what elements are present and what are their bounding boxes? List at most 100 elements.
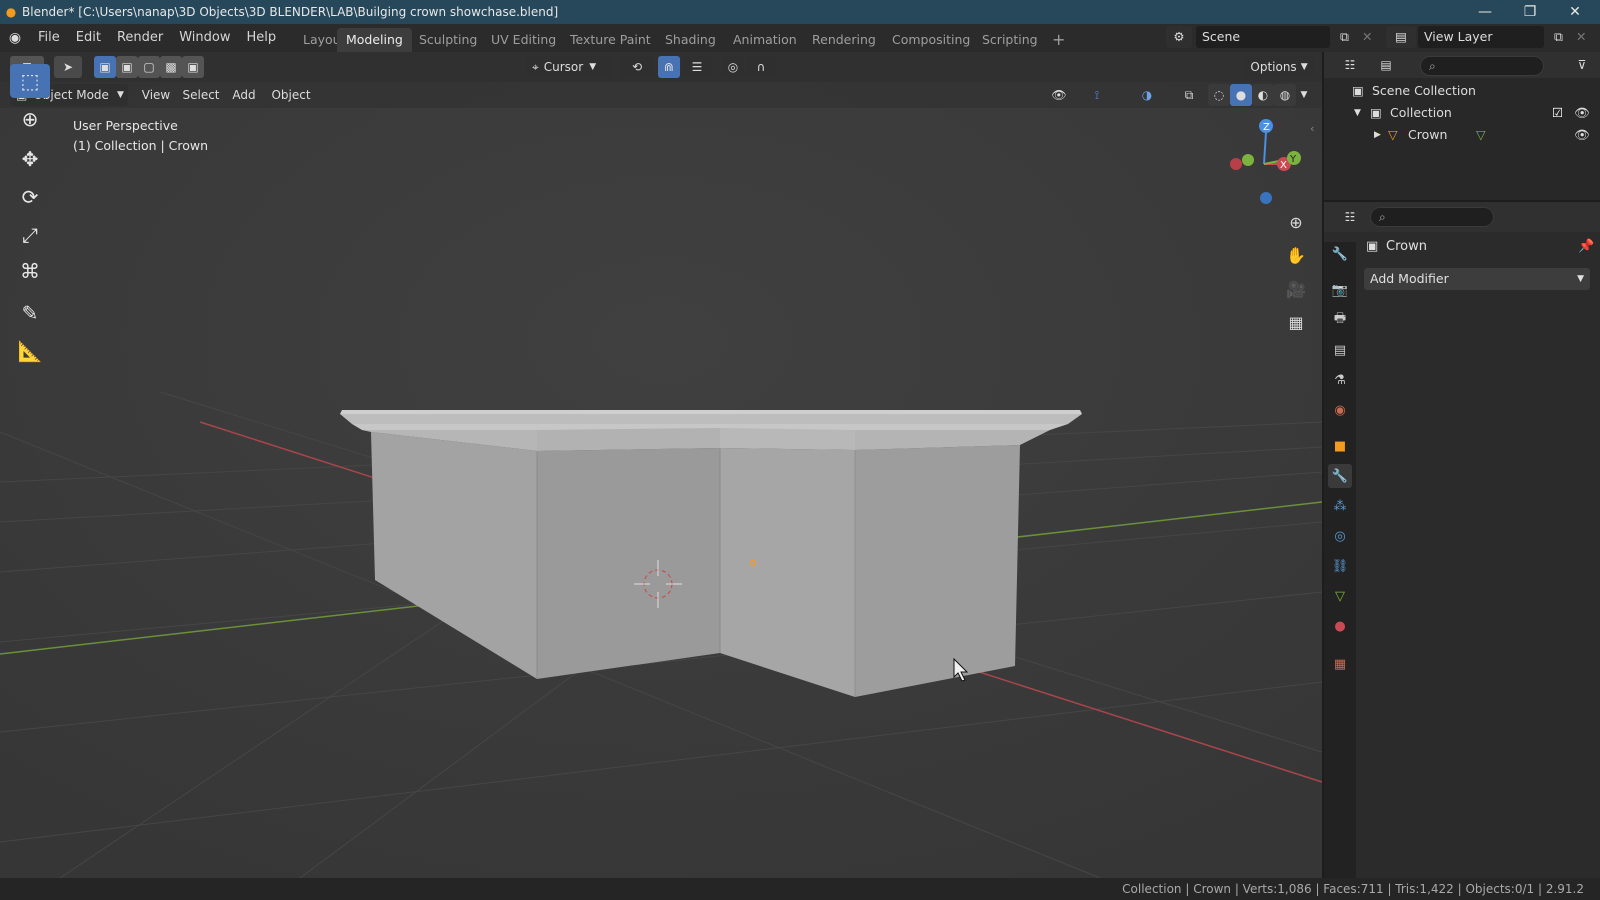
- display-mode-icon[interactable]: ▤: [1370, 54, 1402, 76]
- menu-select[interactable]: Select: [180, 84, 222, 106]
- wireframe-shading-icon[interactable]: ◌: [1208, 84, 1230, 106]
- add-modifier-dropdown[interactable]: Add Modifier ▼: [1364, 268, 1590, 290]
- pin-icon[interactable]: 📌: [1578, 232, 1594, 262]
- outliner-row-collection[interactable]: ▼ ▣ Collection ☑ 👁: [1324, 102, 1600, 124]
- overlay-toggle-icon[interactable]: ◑: [1130, 84, 1164, 106]
- menu-file[interactable]: File: [30, 24, 68, 52]
- scene-field[interactable]: Scene: [1196, 26, 1330, 48]
- scale-tool-icon[interactable]: ⤢: [10, 218, 50, 252]
- add-workspace-icon[interactable]: +: [1043, 28, 1074, 52]
- rotate-tool-icon[interactable]: ⟳: [10, 180, 50, 214]
- camera-view-icon[interactable]: 🎥: [1281, 274, 1311, 304]
- view-layer-tab-icon[interactable]: ▤: [1328, 338, 1352, 362]
- menu-object[interactable]: Object: [266, 84, 316, 106]
- select-subtract-icon[interactable]: ▢: [138, 56, 160, 78]
- tab-uv-editing[interactable]: UV Editing: [482, 28, 565, 52]
- gizmo-toggle-icon[interactable]: ⟟: [1080, 84, 1114, 106]
- outliner-editor-icon[interactable]: ☷: [1334, 54, 1366, 76]
- material-tab-icon[interactable]: ●: [1328, 614, 1352, 638]
- menu-render[interactable]: Render: [109, 24, 171, 52]
- outliner-crown-label: Crown: [1408, 127, 1448, 142]
- 3d-viewport[interactable]: Z X Y ⊞ ➤ ▣ ▣ ▢ ▩ ▣ ⌖ Cursor ▼ ⟲ ⋒ ☰ ◎ ∩…: [0, 52, 1322, 878]
- proportional-edit-icon[interactable]: ◎: [722, 56, 744, 78]
- transform-tool-icon[interactable]: ⌘: [10, 254, 50, 288]
- delete-scene-icon[interactable]: ✕: [1356, 26, 1374, 48]
- solid-shading-icon[interactable]: ●: [1230, 84, 1252, 106]
- select-extend-icon[interactable]: ▣: [116, 56, 138, 78]
- expand-arrow-icon[interactable]: ▼: [1354, 102, 1361, 124]
- tab-modeling[interactable]: Modeling: [337, 28, 412, 52]
- menu-edit[interactable]: Edit: [68, 24, 109, 52]
- menu-window[interactable]: Window: [171, 24, 238, 52]
- world-tab-icon[interactable]: ◉: [1328, 398, 1352, 422]
- select-invert-icon[interactable]: ▩: [160, 56, 182, 78]
- tab-scripting[interactable]: Scripting: [973, 28, 1047, 52]
- checkbox-icon[interactable]: ☑: [1552, 102, 1563, 124]
- tab-animation[interactable]: Animation: [724, 28, 806, 52]
- pan-hand-icon[interactable]: ✋: [1281, 240, 1311, 270]
- snap-target-icon[interactable]: ☰: [682, 56, 712, 78]
- minimize-icon[interactable]: —: [1462, 0, 1508, 24]
- visibility-icon[interactable]: 👁: [1042, 84, 1076, 106]
- physics-tab-icon[interactable]: ◎: [1328, 524, 1352, 548]
- outliner-row-crown[interactable]: ▶ ▽ Crown ▽ 👁: [1324, 124, 1600, 146]
- texture-tab-icon[interactable]: ▦: [1328, 652, 1352, 676]
- render-tab-icon[interactable]: 📷: [1328, 278, 1352, 302]
- ortho-grid-icon[interactable]: ▦: [1281, 307, 1311, 337]
- blender-menu-icon[interactable]: ◉: [0, 30, 30, 46]
- tab-compositing[interactable]: Compositing: [883, 28, 979, 52]
- tool-tab-icon[interactable]: 🔧: [1328, 242, 1352, 266]
- new-scene-icon[interactable]: ⧉: [1334, 26, 1354, 48]
- annotate-tool-icon[interactable]: ✎: [10, 296, 50, 330]
- modifier-tab-icon[interactable]: 🔧: [1328, 464, 1352, 488]
- move-tool-icon[interactable]: ✥: [10, 142, 50, 176]
- eye-icon[interactable]: 👁: [1574, 102, 1590, 124]
- object-tab-icon[interactable]: ■: [1328, 434, 1352, 458]
- delete-view-layer-icon[interactable]: ✕: [1570, 26, 1588, 48]
- material-shading-icon[interactable]: ◐: [1252, 84, 1274, 106]
- transform-orientation-icon[interactable]: ⟲: [620, 56, 654, 78]
- select-box-icon[interactable]: ⬚: [10, 64, 50, 98]
- filter-icon[interactable]: ⊽: [1568, 54, 1596, 76]
- menu-help[interactable]: Help: [239, 24, 285, 52]
- data-tab-icon[interactable]: ▽: [1328, 584, 1352, 608]
- sidebar-toggle-icon[interactable]: ‹: [1310, 122, 1314, 135]
- properties-search-input[interactable]: ⌕: [1370, 207, 1494, 227]
- view-layer-browse-icon[interactable]: ▤: [1386, 26, 1416, 48]
- select-intersect-icon[interactable]: ▣: [182, 56, 204, 78]
- expand-arrow-icon[interactable]: ▶: [1374, 124, 1381, 146]
- outliner-row-scene-collection[interactable]: ▣ Scene Collection: [1324, 80, 1600, 102]
- tab-rendering[interactable]: Rendering: [803, 28, 885, 52]
- tab-sculpting[interactable]: Sculpting: [410, 28, 486, 52]
- eye-icon[interactable]: 👁: [1574, 124, 1590, 146]
- snap-icon[interactable]: ⋒: [658, 56, 680, 78]
- pivot-dropdown[interactable]: ⌖ Cursor ▼: [526, 56, 612, 78]
- output-tab-icon[interactable]: 🖶: [1328, 308, 1352, 332]
- outliner-search-input[interactable]: ⌕: [1420, 56, 1544, 76]
- measure-tool-icon[interactable]: 📐: [10, 334, 50, 368]
- select-tool-icon[interactable]: ➤: [54, 56, 82, 78]
- close-icon[interactable]: ✕: [1552, 0, 1598, 24]
- menu-view[interactable]: View: [138, 84, 174, 106]
- proportional-falloff-icon[interactable]: ∩: [746, 56, 776, 78]
- rendered-shading-icon[interactable]: ◍: [1274, 84, 1296, 106]
- options-dropdown[interactable]: Options ▼: [1244, 56, 1314, 78]
- view-layer-field[interactable]: View Layer: [1418, 26, 1544, 48]
- scene-tab-icon[interactable]: ⚗: [1328, 368, 1352, 392]
- properties-editor-icon[interactable]: ☷: [1334, 206, 1366, 228]
- scene-browse-icon[interactable]: ⚙: [1166, 26, 1192, 48]
- new-view-layer-icon[interactable]: ⧉: [1548, 26, 1568, 48]
- menu-add[interactable]: Add: [228, 84, 260, 106]
- shading-options-icon[interactable]: ▼: [1296, 84, 1312, 106]
- particles-tab-icon[interactable]: ⁂: [1328, 494, 1352, 518]
- tab-shading[interactable]: Shading: [656, 28, 725, 52]
- restore-icon[interactable]: ❐: [1507, 0, 1553, 24]
- zoom-icon[interactable]: ⊕: [1281, 207, 1311, 237]
- cursor-tool-icon[interactable]: ⊕: [10, 102, 50, 136]
- tab-texture-paint[interactable]: Texture Paint: [561, 28, 660, 52]
- properties-panel: ☷ ⌕ 🔧 📷 🖶 ▤ ⚗ ◉ ■ 🔧 ⁂ ◎ ⛓ ▽ ● ▦ ▣ Crown …: [1324, 202, 1600, 878]
- constraints-tab-icon[interactable]: ⛓: [1328, 554, 1352, 578]
- xray-icon[interactable]: ⧉: [1178, 84, 1200, 106]
- select-new-icon[interactable]: ▣: [94, 56, 116, 78]
- mesh-data-icon[interactable]: ▽: [1476, 124, 1486, 146]
